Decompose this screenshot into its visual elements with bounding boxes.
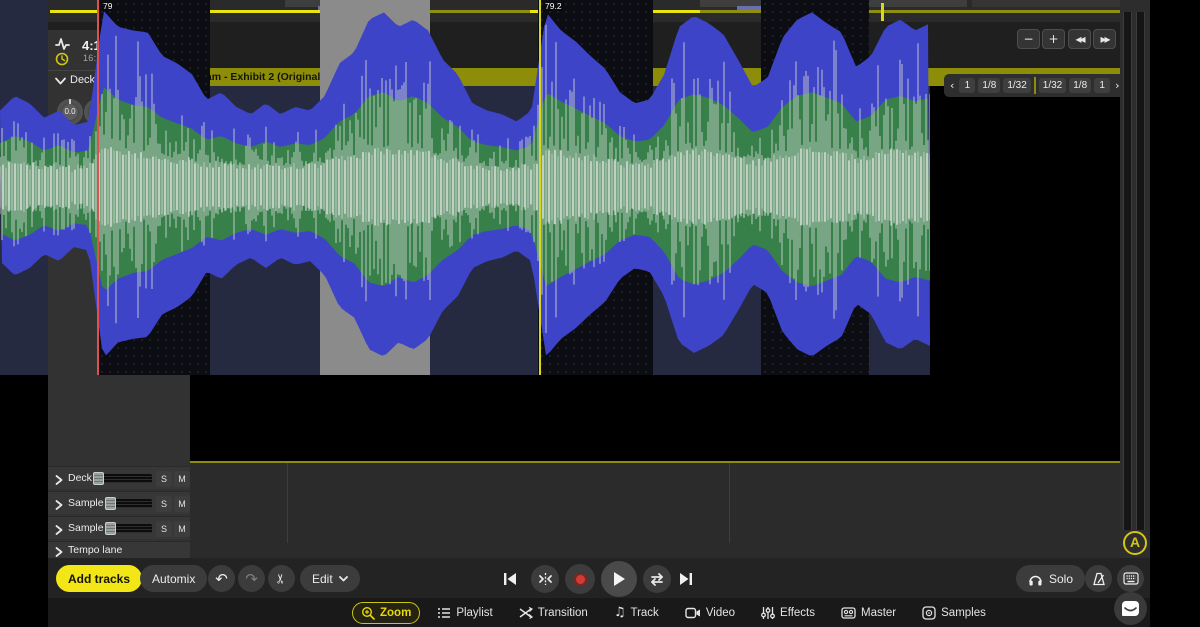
chevron-right-icon[interactable] (55, 475, 63, 485)
zoom-out-button[interactable]: − (1017, 29, 1040, 49)
chevron-left-icon[interactable]: ‹ (948, 79, 956, 92)
grid-fraction-button[interactable]: 1/32 (1039, 78, 1066, 93)
play-button[interactable] (601, 561, 637, 597)
snap-playhead-button[interactable] (531, 565, 559, 593)
grid-fraction-button[interactable]: 1/8 (1069, 78, 1091, 93)
right-side-panel: A (1120, 0, 1150, 592)
tab-track[interactable]: ♫ Track (605, 601, 668, 624)
redo-button[interactable]: ↷ (238, 565, 265, 592)
skip-to-end-button[interactable] (676, 569, 696, 589)
chevron-right-icon[interactable] (55, 500, 63, 510)
chevron-down-icon (339, 576, 348, 582)
sample1-volume-slider[interactable] (106, 499, 152, 508)
record-icon (574, 573, 587, 586)
cut-button[interactable]: ✂ (268, 565, 295, 592)
undo-button[interactable]: ↶ (208, 565, 235, 592)
grid-fraction-button[interactable]: 1 (1094, 78, 1110, 93)
metronome-button[interactable] (1085, 565, 1112, 592)
chevron-right-icon[interactable] (55, 547, 63, 557)
overview-segment (972, 0, 1122, 7)
rewind-button[interactable]: ◂◂ (1068, 29, 1091, 49)
grid-divider (1034, 77, 1036, 94)
sliders-icon (761, 606, 775, 620)
vertical-fader-left[interactable] (1123, 12, 1132, 530)
playlist-icon (437, 607, 451, 619)
beat-marker-label: 79 (101, 1, 114, 11)
skip-start-icon (503, 572, 517, 586)
keyboard-shortcuts-button[interactable] (1117, 565, 1144, 592)
tab-effects[interactable]: Effects (752, 602, 824, 624)
waveform-graphic (0, 0, 930, 375)
tab-zoom[interactable]: Zoom (352, 602, 420, 624)
tab-samples[interactable]: Samples (913, 602, 995, 624)
sample1-mute-button[interactable]: M (174, 496, 190, 512)
zoom-in-button[interactable]: + (1042, 29, 1065, 49)
lane-deck2[interactable]: Deck 2 S M (48, 466, 190, 489)
snap-icon (538, 572, 553, 586)
deck2-mute-button[interactable]: M (174, 471, 190, 487)
lower-lane-area[interactable] (190, 463, 1120, 558)
chevron-right-icon[interactable] (55, 525, 63, 535)
grid-line (729, 463, 730, 543)
undo-icon: ↶ (215, 570, 228, 588)
grid-fraction-button[interactable]: 1/32 (1003, 78, 1030, 93)
deck2-volume-slider[interactable] (94, 474, 152, 483)
deck2-solo-button[interactable]: S (156, 471, 172, 487)
headphones-icon (1028, 572, 1043, 586)
crossfade-icon (519, 607, 533, 619)
add-tracks-button[interactable]: Add tracks (56, 565, 142, 592)
beat-marker-label: 79.2 (543, 1, 564, 11)
beat-grid-control: ‹ 1 1/8 1/32 1/32 1/8 1 › (944, 74, 1126, 97)
loop-button[interactable] (643, 565, 671, 593)
sample2-volume-handle[interactable] (105, 522, 116, 535)
sample2-mute-button[interactable]: M (174, 521, 190, 537)
scissors-icon: ✂ (274, 573, 289, 584)
grid-line (287, 463, 288, 543)
waveform-editor[interactable]: 79 79.2 (0, 0, 930, 375)
tab-playlist[interactable]: Playlist (428, 603, 501, 623)
loop-marker-line[interactable] (539, 0, 541, 375)
video-camera-icon (685, 607, 701, 619)
edit-menu-button[interactable]: Edit (300, 565, 360, 592)
music-note-icon: ♫ (614, 605, 626, 620)
skip-to-start-button[interactable] (500, 569, 520, 589)
app-logo: A (1123, 531, 1147, 555)
metronome-icon (1092, 572, 1106, 586)
sample2-volume-slider[interactable] (106, 524, 152, 533)
lane-sample1[interactable]: Sample 1 S M (48, 491, 190, 514)
deck2-volume-handle[interactable] (93, 472, 104, 485)
zoom-magnifier-icon (361, 606, 375, 620)
dj-app-window: 13:06 − + ◂◂ ▸▸ 4:19 16:50 1/3 TRACKS 7A… (0, 0, 1200, 627)
support-chat-button[interactable] (1114, 592, 1147, 625)
grid-fraction-button[interactable]: 1/8 (978, 78, 1000, 93)
tab-video[interactable]: Video (676, 603, 744, 623)
lane-tempo[interactable]: Tempo lane (48, 541, 190, 558)
samples-pad-icon (922, 606, 936, 620)
redo-icon: ↷ (245, 570, 258, 588)
skip-end-icon (679, 572, 693, 586)
play-icon (612, 571, 626, 587)
record-button[interactable] (565, 564, 595, 594)
chat-bubble-icon (1122, 601, 1139, 616)
keyboard-icon (1123, 572, 1139, 585)
view-tab-bar: Zoom Playlist Transition (48, 598, 1150, 627)
bottom-toolbar: Add tracks Automix ↶ ↷ ✂ Edit (48, 558, 1150, 598)
sample1-solo-button[interactable]: S (156, 496, 172, 512)
repeat-icon (649, 572, 665, 587)
playhead-line[interactable] (97, 0, 99, 375)
fast-forward-button[interactable]: ▸▸ (1093, 29, 1116, 49)
automix-button[interactable]: Automix (140, 565, 207, 592)
lane-label: Tempo lane (68, 544, 122, 556)
tab-transition[interactable]: Transition (510, 603, 597, 623)
vertical-fader-right[interactable] (1136, 12, 1145, 530)
tab-master[interactable]: Master (832, 603, 905, 623)
sample1-volume-handle[interactable] (105, 497, 116, 510)
sample2-solo-button[interactable]: S (156, 521, 172, 537)
solo-button[interactable]: Solo (1016, 565, 1085, 592)
grid-fraction-button[interactable]: 1 (959, 78, 975, 93)
master-mixer-icon (841, 607, 856, 619)
lane-sample2[interactable]: Sample 2 S M (48, 516, 190, 539)
